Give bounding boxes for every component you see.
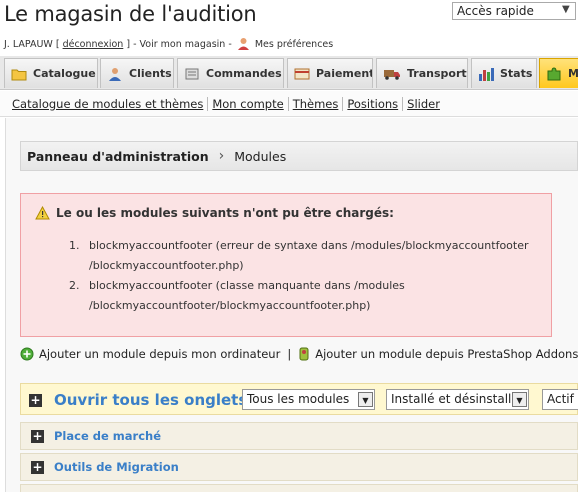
- error-item-line: blockmyaccountfooter (erreur de syntaxe …: [89, 239, 529, 252]
- error-item: 2. blockmyaccountfooter (classe manquant…: [69, 276, 549, 316]
- user-bar-dash: -: [228, 39, 232, 50]
- subnav-slider[interactable]: Slider: [403, 97, 444, 111]
- folder-icon: [11, 69, 27, 80]
- preferences-link[interactable]: Mes préférences: [255, 39, 333, 50]
- add-module-from-addons-link[interactable]: Ajouter un module depuis PrestaShop Addo…: [315, 347, 578, 361]
- breadcrumb-current: Modules: [234, 148, 287, 164]
- shop-title: Le magasin de l'audition: [4, 2, 257, 26]
- error-box: Le ou les modules suivants n'ont pu être…: [20, 193, 552, 337]
- prestashop-addons-icon: [299, 347, 309, 361]
- breadcrumb-root[interactable]: Panneau d'administration: [27, 149, 209, 164]
- add-module-from-computer-link[interactable]: Ajouter un module depuis mon ordinateur: [39, 347, 280, 361]
- category-label: Place de marché: [54, 429, 162, 443]
- tab-stats[interactable]: Stats: [471, 58, 537, 88]
- user-name: J. LAPAUW [: [4, 39, 60, 50]
- expand-plus-icon: +: [31, 428, 44, 443]
- chevron-down-icon[interactable]: ▼: [562, 4, 570, 15]
- bar-chart-icon: [479, 67, 494, 81]
- tab-paiement[interactable]: Paiement: [287, 58, 373, 88]
- tab-label: Catalogue: [33, 67, 96, 80]
- link-separator: |: [287, 347, 292, 361]
- tab-commandes[interactable]: Commandes: [177, 58, 284, 88]
- chevron-right-icon: ›: [218, 148, 225, 164]
- error-list: 1. blockmyaccountfooter (erreur de synta…: [69, 236, 549, 316]
- view-shop-link[interactable]: Voir mon magasin: [140, 39, 226, 50]
- user-bar: J. LAPAUW [ déconnexion ] - Voir mon mag…: [4, 37, 333, 50]
- error-item-number: 1.: [69, 239, 80, 252]
- error-item: 1. blockmyaccountfooter (erreur de synta…: [69, 236, 549, 276]
- tab-label: Transport: [407, 67, 467, 80]
- subnav-positions[interactable]: Positions: [343, 96, 404, 111]
- subnav-themes[interactable]: Thèmes: [289, 96, 344, 111]
- cart-icon: [185, 68, 199, 79]
- user-icon: [109, 67, 121, 81]
- module-filter-select[interactable]: Tous les modules ▼: [242, 389, 375, 410]
- add-circle-icon: [20, 347, 34, 361]
- error-title: Le ou les modules suivants n'ont pu être…: [35, 206, 394, 220]
- main-tabs: Catalogue Clients Commandes Paiement Tra…: [0, 56, 578, 90]
- error-item-line: /blockmyaccountfooter/blockmyaccountfoot…: [89, 299, 371, 312]
- quick-access-select[interactable]: Accès rapide: [452, 2, 576, 20]
- tab-label: Stats: [500, 67, 533, 80]
- logout-link[interactable]: déconnexion: [63, 39, 124, 50]
- error-item-line: blockmyaccountfooter (classe manquante d…: [89, 279, 405, 292]
- warning-icon: [35, 206, 50, 220]
- open-all-tabs-button[interactable]: + Ouvrir tous les onglets: [29, 391, 247, 409]
- error-item-line: /blockmyaccountfooter.php): [89, 259, 244, 272]
- category-row-outils-migration[interactable]: + Outils de Migration: [20, 453, 578, 481]
- user-preferences-icon: [237, 38, 249, 50]
- subnav-mon-compte[interactable]: Mon compte: [208, 96, 289, 111]
- tab-catalogue[interactable]: Catalogue: [4, 58, 98, 88]
- tab-label: Mo: [568, 67, 578, 80]
- install-status-select[interactable]: Installé et désinstallé ▼: [386, 389, 529, 410]
- breadcrumb: Panneau d'administration › Modules: [20, 141, 578, 171]
- truck-icon: [384, 69, 400, 80]
- category-row-partial: [20, 484, 578, 492]
- tab-modules[interactable]: Mo: [539, 58, 578, 88]
- tab-label: Commandes: [206, 67, 282, 80]
- module-filter-value: Tous les modules: [247, 392, 350, 406]
- payment-icon: [294, 68, 310, 79]
- active-status-select[interactable]: Actif: [542, 389, 578, 410]
- user-bar-sep: ] -: [126, 39, 137, 50]
- active-status-value: Actif: [547, 392, 574, 406]
- module-toolbar: + Ouvrir tous les onglets Tous les modul…: [20, 383, 578, 415]
- sub-navigation: Catalogue de modules et thèmes Mon compt…: [0, 91, 578, 117]
- add-module-links: Ajouter un module depuis mon ordinateur …: [20, 347, 578, 361]
- puzzle-icon: [547, 66, 561, 80]
- tab-label: Clients: [129, 67, 172, 80]
- chevron-down-icon: ▼: [512, 392, 527, 407]
- tab-transport[interactable]: Transport: [376, 58, 468, 88]
- install-status-value: Installé et désinstallé: [391, 392, 519, 406]
- open-all-tabs-label: Ouvrir tous les onglets: [54, 391, 248, 409]
- tab-clients[interactable]: Clients: [100, 58, 174, 88]
- subnav-catalogue-modules[interactable]: Catalogue de modules et thèmes: [8, 96, 209, 111]
- error-item-number: 2.: [69, 279, 80, 292]
- chevron-down-icon: ▼: [358, 392, 373, 407]
- error-title-text: Le ou les modules suivants n'ont pu être…: [56, 206, 394, 220]
- tab-label: Paiement: [316, 67, 373, 80]
- admin-page: Le magasin de l'audition Accès rapide ▼ …: [0, 0, 578, 492]
- expand-plus-icon: +: [31, 459, 44, 474]
- expand-plus-icon: +: [29, 392, 42, 407]
- category-row-place-de-marche[interactable]: + Place de marché: [20, 422, 578, 450]
- category-label: Outils de Migration: [54, 460, 179, 474]
